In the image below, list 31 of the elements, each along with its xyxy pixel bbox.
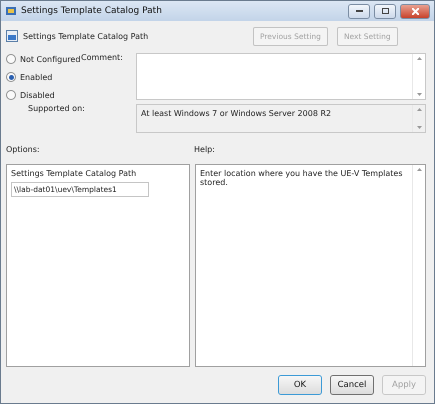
radio-label: Disabled [20,90,55,100]
minimize-icon [356,10,362,12]
scroll-down-icon[interactable] [416,93,422,96]
maximize-button[interactable] [374,4,396,18]
options-label: Options: [6,145,41,154]
close-icon [412,8,418,14]
dialog-button[interactable]: OK [278,375,322,395]
scroll-up-icon[interactable] [416,108,422,111]
setting-title: Settings Template Catalog Path [23,32,150,40]
close-button[interactable] [400,4,430,18]
help-text: Enter location where you have the UE-V Templates stored. [199,168,404,189]
radio-button[interactable] [6,90,16,100]
policy-icon [5,5,17,17]
setting-icon [6,30,18,42]
scroll-up-icon[interactable] [416,57,422,60]
comment-label: Comment: [81,53,124,64]
radio-label: Enabled [20,72,52,82]
option-label: Settings Template Catalog Path [11,169,138,178]
help-label: Help: [194,145,216,154]
dialog-button[interactable]: Cancel [330,375,374,395]
supported-label: Supported on: [28,104,86,115]
window-title: Settings Template Catalog Path [21,6,163,16]
maximize-icon [382,8,388,14]
comment-field[interactable] [136,53,426,100]
scroll-up-icon[interactable] [416,168,422,171]
supported-text: At least Windows 7 or Windows Server 2008 R2 [140,108,332,120]
scroll-down-icon[interactable] [416,126,422,129]
radio-button[interactable] [6,54,16,64]
minimize-button[interactable] [348,4,370,18]
radio-label: Not Configured [20,54,80,64]
radio-button[interactable] [6,72,16,82]
